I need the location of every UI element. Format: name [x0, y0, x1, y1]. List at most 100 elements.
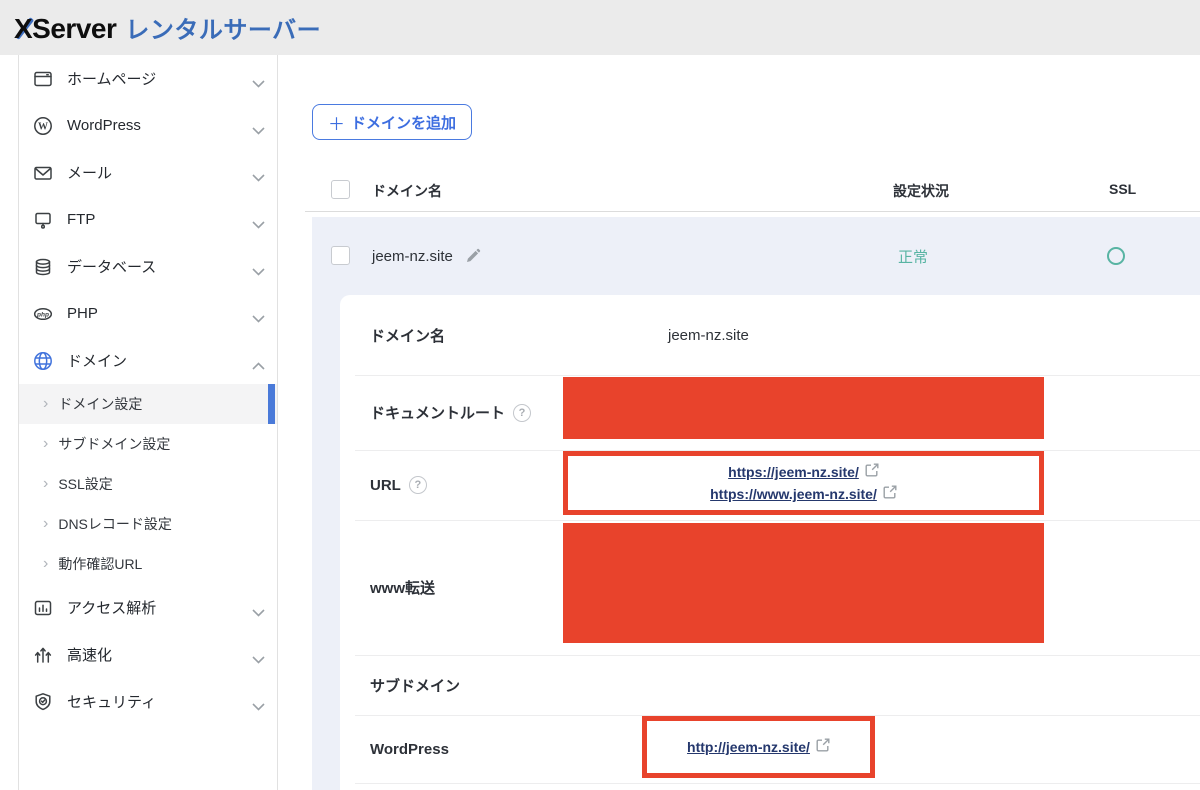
sidebar-item-label: データベース	[67, 259, 157, 276]
sidebar-item-label: WordPress	[67, 117, 141, 134]
sidebar-item-speed-up[interactable]: 高速化	[19, 631, 277, 678]
ssl-ok-circle-icon	[1107, 247, 1125, 265]
globe-icon	[33, 351, 53, 371]
row-divider	[355, 783, 1200, 784]
sidebar-item-label: PHP	[67, 305, 98, 322]
external-link-icon	[883, 485, 897, 504]
detail-subdomain-label: サブドメイン	[370, 677, 461, 695]
speed-up-arrows-icon	[33, 645, 53, 665]
sidebar-item-label: セキュリティ	[67, 694, 157, 711]
sidebar-item-label: メール	[67, 165, 113, 182]
domain-name: jeem-nz.site	[372, 247, 453, 265]
detail-url-label: URL	[370, 476, 401, 494]
submenu-item-label: サブドメイン設定	[58, 436, 171, 452]
app-header: XServer レンタルサーバー	[0, 0, 1200, 55]
submenu-item-label: DNSレコード設定	[58, 516, 172, 532]
mail-icon	[33, 163, 53, 183]
redaction-box-www-redirect	[563, 523, 1044, 643]
help-icon[interactable]: ?	[408, 476, 427, 494]
row-divider	[355, 655, 1200, 656]
url-link-primary[interactable]: https://jeem-nz.site/	[728, 464, 859, 480]
submenu-item-ssl-settings[interactable]: › SSL設定	[19, 464, 277, 504]
svg-text:W: W	[38, 121, 48, 132]
status-badge: 正常	[898, 248, 929, 266]
external-link-icon	[816, 738, 830, 757]
submenu-item-label: SSL設定	[58, 476, 113, 492]
plus-icon: ＋	[328, 114, 345, 134]
sidebar-item-ftp[interactable]: FTP	[19, 196, 277, 243]
chevron-down-icon	[252, 169, 265, 182]
sidebar-item-wordpress[interactable]: W WordPress	[19, 102, 277, 149]
submenu-item-operation-check-url[interactable]: › 動作確認URL	[19, 544, 277, 584]
browser-window-icon	[33, 69, 53, 89]
detail-www-redirect-label: www転送	[370, 580, 436, 597]
sidebar-item-label: アクセス解析	[67, 600, 157, 617]
detail-wordpress-label: WordPress	[370, 740, 449, 758]
add-domain-button[interactable]: ＋ ドメインを追加	[312, 104, 473, 140]
shield-icon	[33, 692, 53, 712]
domain-detail-card: ドメイン名 jeem-nz.site ドキュメントルート ? URL ? htt…	[340, 295, 1200, 790]
column-header-domain: ドメイン名	[372, 183, 442, 199]
active-indicator	[268, 384, 275, 424]
submenu-item-domain-settings[interactable]: › ドメイン設定	[19, 384, 277, 424]
url-link-www[interactable]: https://www.jeem-nz.site/	[710, 486, 877, 502]
sidebar: ホームページ W WordPress メール FTP データベース php PH…	[18, 55, 278, 790]
chevron-up-icon	[252, 357, 265, 370]
sidebar-item-database[interactable]: データベース	[19, 243, 277, 290]
svg-text:php: php	[36, 311, 49, 318]
sidebar-item-label: ドメイン	[67, 353, 128, 370]
detail-domain-value: jeem-nz.site	[668, 326, 749, 344]
column-header-ssl: SSL	[1109, 181, 1137, 197]
row-divider	[355, 520, 1200, 521]
wordpress-highlight-box: http://jeem-nz.site/	[642, 716, 875, 778]
sidebar-item-label: 高速化	[67, 647, 113, 664]
chevron-down-icon	[252, 698, 265, 711]
ftp-monitor-icon	[33, 210, 53, 230]
php-icon: php	[33, 304, 53, 324]
domain-row-checkbox[interactable]	[331, 246, 350, 265]
chevron-down-icon	[252, 651, 265, 664]
detail-docroot-label: ドキュメントルート	[370, 405, 506, 422]
brand-name: XServer	[14, 13, 117, 44]
sidebar-item-label: FTP	[67, 211, 96, 228]
submenu-item-subdomain-settings[interactable]: › サブドメイン設定	[19, 424, 277, 464]
submenu-item-label: 動作確認URL	[58, 556, 143, 572]
chevron-down-icon	[252, 604, 265, 617]
wordpress-site-link[interactable]: http://jeem-nz.site/	[687, 739, 810, 755]
chevron-down-icon	[252, 310, 265, 323]
sidebar-item-access-analytics[interactable]: アクセス解析	[19, 584, 277, 631]
wordpress-icon: W	[33, 116, 53, 136]
chevron-down-icon	[252, 263, 265, 276]
submenu-arrow-icon: ›	[43, 475, 49, 492]
submenu-item-dns-record-settings[interactable]: › DNSレコード設定	[19, 504, 277, 544]
url-highlight-box: https://jeem-nz.site/ https://www.jeem-n…	[563, 451, 1044, 515]
domain-submenu: › ドメイン設定 › サブドメイン設定 › SSL設定 › DNSレコード設定 …	[19, 384, 277, 584]
chevron-down-icon	[252, 122, 265, 135]
brand-suffix: レンタルサーバー	[125, 17, 322, 44]
submenu-arrow-icon: ›	[43, 435, 49, 452]
sidebar-item-php[interactable]: php PHP	[19, 290, 277, 337]
sidebar-item-mail[interactable]: メール	[19, 149, 277, 196]
help-icon[interactable]: ?	[513, 403, 532, 422]
sidebar-item-security[interactable]: セキュリティ	[19, 678, 277, 725]
sidebar-item-homepage[interactable]: ホームページ	[19, 55, 277, 102]
select-all-checkbox[interactable]	[331, 180, 350, 199]
sidebar-item-label: ホームページ	[67, 71, 157, 88]
submenu-arrow-icon: ›	[43, 515, 49, 532]
sidebar-item-domain[interactable]: ドメイン	[19, 337, 277, 384]
detail-domain-label: ドメイン名	[370, 327, 446, 345]
add-domain-button-label: ドメインを追加	[351, 114, 457, 132]
chevron-down-icon	[252, 75, 265, 88]
submenu-arrow-icon: ›	[43, 555, 49, 572]
chevron-down-icon	[252, 216, 265, 229]
analytics-icon	[33, 598, 53, 618]
external-link-icon	[865, 463, 879, 482]
table-header-divider	[305, 211, 1200, 212]
submenu-arrow-icon: ›	[43, 395, 49, 412]
database-icon	[33, 257, 53, 277]
redaction-box-docroot	[563, 377, 1044, 439]
xserver-domain-settings-page: XServer レンタルサーバー ホームページ W WordPress メール	[0, 0, 1200, 790]
column-header-status: 設定状況	[893, 183, 949, 199]
xserver-logo[interactable]: XServer レンタルサーバー	[14, 10, 321, 45]
edit-pencil-icon[interactable]	[465, 248, 481, 264]
